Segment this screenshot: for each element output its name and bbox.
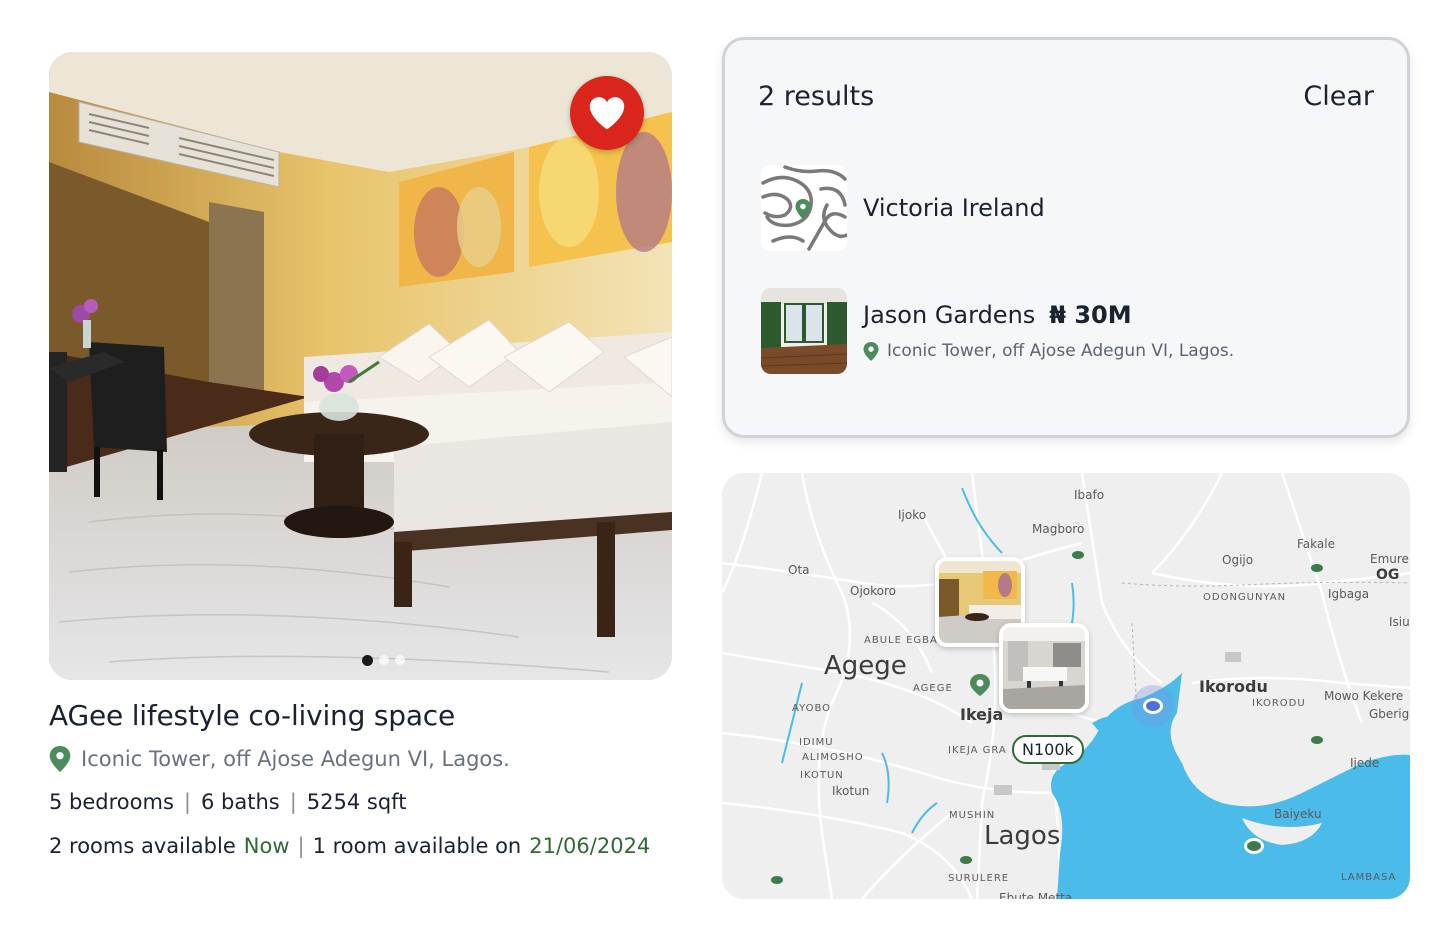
- map-label: Ota: [788, 563, 810, 577]
- map-label: Ijoko: [898, 508, 927, 522]
- map-label: Gberigb: [1369, 707, 1410, 721]
- map-label: Emure: [1370, 552, 1409, 566]
- clear-button[interactable]: Clear: [1303, 81, 1374, 112]
- map-marker[interactable]: [1309, 562, 1325, 574]
- carousel-indicator: [362, 655, 405, 666]
- current-location-marker[interactable]: [1132, 685, 1174, 727]
- bedrooms-count: 5 bedrooms: [49, 790, 174, 814]
- map-marker[interactable]: [1070, 549, 1086, 561]
- map-label: IKEJA GRA: [948, 745, 1007, 756]
- map-label: IKOTUN: [800, 770, 844, 781]
- map-label: OG: [1376, 567, 1400, 583]
- separator: |: [289, 790, 297, 814]
- baths-count: 6 baths: [200, 790, 280, 814]
- availability-date: 21/06/2024: [529, 834, 651, 858]
- result-address-text: Iconic Tower, off Ajose Adegun VI, Lagos…: [887, 341, 1235, 361]
- carousel-dot[interactable]: [379, 655, 389, 665]
- result-name: Victoria Ireland: [863, 194, 1045, 222]
- map-label: Fakale: [1297, 537, 1335, 551]
- map-label: Igbaga: [1328, 587, 1370, 601]
- map-label: IDIMU: [799, 737, 834, 748]
- map-label: LAMBASA: [1341, 872, 1397, 883]
- result-name: Jason Gardens: [863, 301, 1036, 329]
- map-label: ALIMOSHO: [802, 752, 864, 763]
- map-label: ODONGUNYAN: [1203, 592, 1287, 603]
- map-label: Agege: [824, 651, 907, 681]
- map-location-icon: [761, 165, 847, 251]
- separator: |: [183, 790, 191, 814]
- map-label: Ikotun: [832, 784, 870, 798]
- area-size: 5254 sqft: [306, 790, 407, 814]
- availability-prefix: 2 rooms available: [49, 834, 236, 858]
- listing-title[interactable]: AGee lifestyle co-living space: [49, 699, 455, 732]
- map-label: ABULE EGBA: [864, 635, 938, 646]
- map-label: Mowo Kekere: [1324, 689, 1404, 703]
- favorite-button[interactable]: [570, 76, 644, 150]
- map-marker[interactable]: [958, 854, 974, 866]
- price-marker[interactable]: N100k: [1012, 735, 1084, 764]
- map-label: Ogijo: [1222, 553, 1254, 567]
- map-label: SURULERE: [948, 873, 1010, 884]
- map-label: Ojokoro: [850, 584, 896, 598]
- listing-address: Iconic Tower, off Ajose Adegun VI, Lagos…: [49, 746, 510, 772]
- listing-address-text: Iconic Tower, off Ajose Adegun VI, Lagos…: [81, 747, 510, 771]
- results-count: 2 results: [758, 81, 875, 112]
- map-label: Lagos: [984, 821, 1061, 851]
- map-label: Ibafo: [1074, 488, 1105, 502]
- map-property-thumbnail[interactable]: [999, 623, 1089, 713]
- map-label: AGEGE: [913, 683, 953, 694]
- search-results-panel: 2 results Clear Victoria Ireland Jason G…: [722, 37, 1410, 438]
- living-room-image: [49, 52, 672, 680]
- map-marker[interactable]: [769, 874, 785, 886]
- availability-info: 2 rooms available Now | 1 room available…: [49, 834, 650, 858]
- map-label: Baiyeku: [1274, 807, 1322, 821]
- map-label: IKORODU: [1252, 698, 1306, 709]
- location-pin-icon: [863, 341, 879, 361]
- carousel-dot[interactable]: [362, 655, 373, 666]
- map-marker[interactable]: [1309, 734, 1325, 746]
- location-pin-icon: [49, 746, 71, 772]
- location-pin-icon[interactable]: [968, 673, 992, 697]
- availability-now: Now: [243, 834, 290, 858]
- availability-later: 1 room available on: [312, 834, 522, 858]
- map-label: MUSHIN: [949, 810, 996, 821]
- map-label: Magboro: [1032, 522, 1085, 536]
- listing-specs: 5 bedrooms | 6 baths | 5254 sqft: [49, 790, 406, 814]
- property-thumbnail: [761, 288, 847, 374]
- result-item-victoria-ireland[interactable]: Victoria Ireland: [761, 165, 1045, 251]
- result-address: Iconic Tower, off Ajose Adegun VI, Lagos…: [863, 341, 1234, 361]
- result-item-jason-gardens[interactable]: Jason Gardens ₦ 30M Iconic Tower, off Aj…: [761, 288, 1234, 374]
- heart-icon: [589, 97, 625, 130]
- result-price: ₦ 30M: [1049, 301, 1132, 329]
- map-marker[interactable]: [1244, 838, 1264, 854]
- carousel-dot[interactable]: [395, 655, 405, 665]
- map-label: Ijede: [1350, 756, 1380, 770]
- map-label: Ikorodu: [1199, 677, 1268, 696]
- map-view[interactable]: Ibafo Ijoko Magboro Fakale Emure OG Ota …: [722, 473, 1410, 899]
- map-label: Ebute Metta: [999, 891, 1073, 899]
- separator: |: [297, 834, 305, 858]
- map-label: AYOBO: [792, 703, 832, 714]
- listing-photo[interactable]: [49, 52, 672, 680]
- map-label: Ikeja: [960, 705, 1004, 724]
- map-label: Isiu: [1389, 615, 1410, 629]
